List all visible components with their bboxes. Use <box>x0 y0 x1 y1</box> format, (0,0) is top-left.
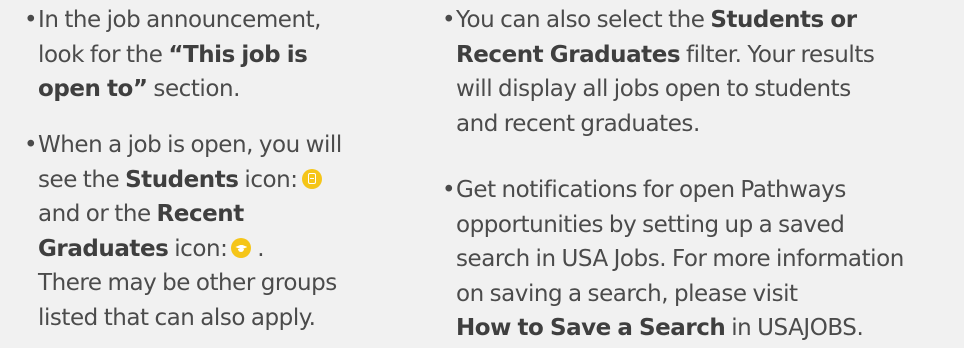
item-line: will display all jobs open to students <box>456 76 851 102</box>
item-line: open to” section. <box>38 76 240 102</box>
item-line: Graduates icon: . <box>38 235 265 262</box>
item-line: There may be other groups <box>38 270 337 296</box>
students-label: Students <box>125 166 239 193</box>
item-line: In the job announcement, <box>38 7 322 33</box>
item-line: When a job is open, you will <box>38 132 342 158</box>
filter-label: Students or <box>710 7 857 33</box>
item-line: How to Save a Search in USAJOBS. <box>456 315 864 341</box>
item-line: You can also select the Students or <box>456 7 857 33</box>
item-line: opportunities by setting up a saved <box>456 211 845 238</box>
open-to-label: “This job is <box>168 41 308 68</box>
list-item-job-announcement: • In the job announcement, look for the … <box>24 3 418 107</box>
bullet-dot: • <box>24 132 38 158</box>
item-line: and or the Recent <box>38 201 245 227</box>
item-line: listed that can also apply. <box>38 304 316 331</box>
item-line: look for the “This job is <box>38 41 308 68</box>
item-line: see the Students icon: <box>38 163 418 198</box>
filter-label-cont: Recent Graduates <box>456 41 681 68</box>
graduation-cap-icon <box>231 237 252 258</box>
open-to-label-cont: open to” <box>38 76 148 102</box>
bullet-dot: • <box>442 177 456 203</box>
list-item-filter: • You can also select the Students or Re… <box>442 3 964 141</box>
item-line: Recent Graduates filter. Your results <box>456 41 875 68</box>
item-line: and recent graduates. <box>456 110 700 137</box>
graduates-label: Graduates <box>38 235 169 262</box>
list-item-job-open-icons: • When a job is open, you will see the S… <box>24 128 418 335</box>
pathways-tips-panel: • In the job announcement, look for the … <box>0 0 964 348</box>
list-item-notifications: • Get notifications for open Pathways op… <box>442 173 964 346</box>
how-to-save-search-link[interactable]: How to Save a Search <box>456 315 726 341</box>
item-line: search in USA Jobs. For more information <box>456 246 904 272</box>
item-line: Get notifications for open Pathways <box>456 177 846 203</box>
recent-label: Recent <box>156 201 245 227</box>
students-book-icon <box>301 168 322 189</box>
bullet-dot: • <box>442 7 456 33</box>
bullet-dot: • <box>24 7 38 33</box>
item-line: on saving a search, please visit <box>456 280 798 307</box>
